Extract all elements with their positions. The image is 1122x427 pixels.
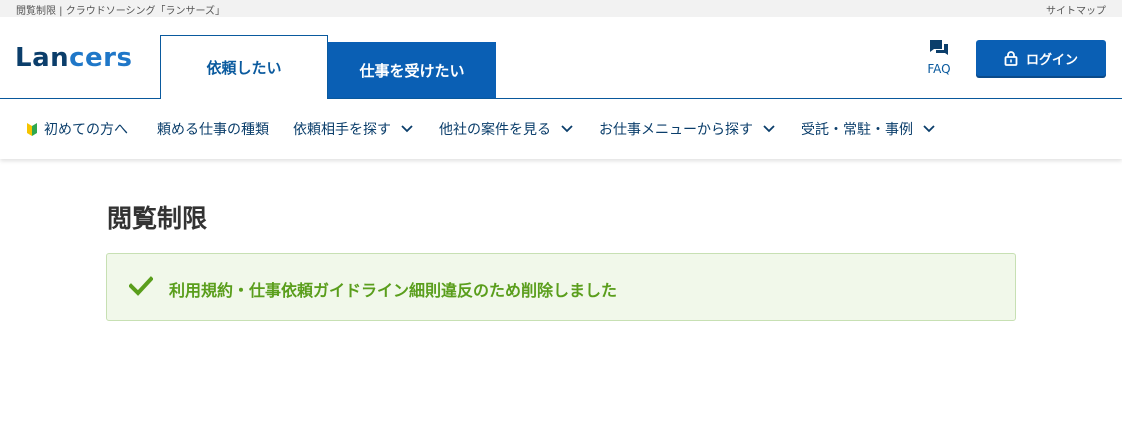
login-button[interactable]: ログイン [976,40,1106,76]
tab-client-label: 依頼したい [206,59,282,77]
alert-message: 利用規約・仕事依頼ガイドライン細則違反のため削除しました [169,281,618,300]
beginner-leaf-icon [27,123,37,136]
chevron-down-icon [401,125,413,133]
site-header: Lancers 依頼したい 仕事を受けたい FAQ ログイン [0,17,1122,99]
nav-item-contract-cases[interactable]: 受託・常駐・事例 [801,99,935,159]
chat-bubbles-icon [930,40,948,55]
success-alert: 利用規約・仕事依頼ガイドライン細則違反のため削除しました [106,253,1016,321]
sitemap-link[interactable]: サイトマップ [1046,2,1106,17]
nav-item-label: 受託・常駐・事例 [801,122,913,138]
nav-item-work-menu[interactable]: お仕事メニューから探す [599,99,775,159]
nav-item-label: 初めての方へ [44,122,128,138]
logo-text-main: Lan [15,43,70,73]
tab-worker-label: 仕事を受けたい [359,62,465,80]
page-title: 閲覧制限 [107,204,208,233]
nav-item-other-projects[interactable]: 他社の案件を見る [439,99,573,159]
tab-client[interactable]: 依頼したい [160,35,328,99]
checkmark-icon [129,276,153,296]
login-label: ログイン [1025,52,1078,68]
chevron-down-icon [763,125,775,133]
breadcrumb: 閲覧制限 | クラウドソーシング「ランサーズ」 [16,6,226,17]
faq-label: FAQ [927,62,951,76]
global-nav: 初めての方へ 頼める仕事の種類 依頼相手を探す 他社の案件を見る お仕事メニュー… [0,99,1122,159]
nav-item-label: 依頼相手を探す [293,122,391,138]
chevron-down-icon [561,125,573,133]
nav-item-find-partner[interactable]: 依頼相手を探す [293,99,413,159]
nav-item-beginners[interactable]: 初めての方へ [26,99,128,159]
faq-link[interactable]: FAQ [922,39,956,79]
lock-icon [1004,51,1018,66]
top-utility-bar: 閲覧制限 | クラウドソーシング「ランサーズ」 サイトマップ [0,0,1122,17]
nav-item-job-types[interactable]: 頼める仕事の種類 [157,99,269,159]
lancers-logo[interactable]: Lancers [15,43,132,73]
nav-item-label: 他社の案件を見る [439,122,551,138]
chevron-down-icon [923,125,935,133]
logo-text-accent: cers [69,43,133,73]
nav-item-label: 頼める仕事の種類 [157,122,269,138]
nav-item-label: お仕事メニューから探す [599,122,753,138]
tab-worker[interactable]: 仕事を受けたい [328,42,496,99]
